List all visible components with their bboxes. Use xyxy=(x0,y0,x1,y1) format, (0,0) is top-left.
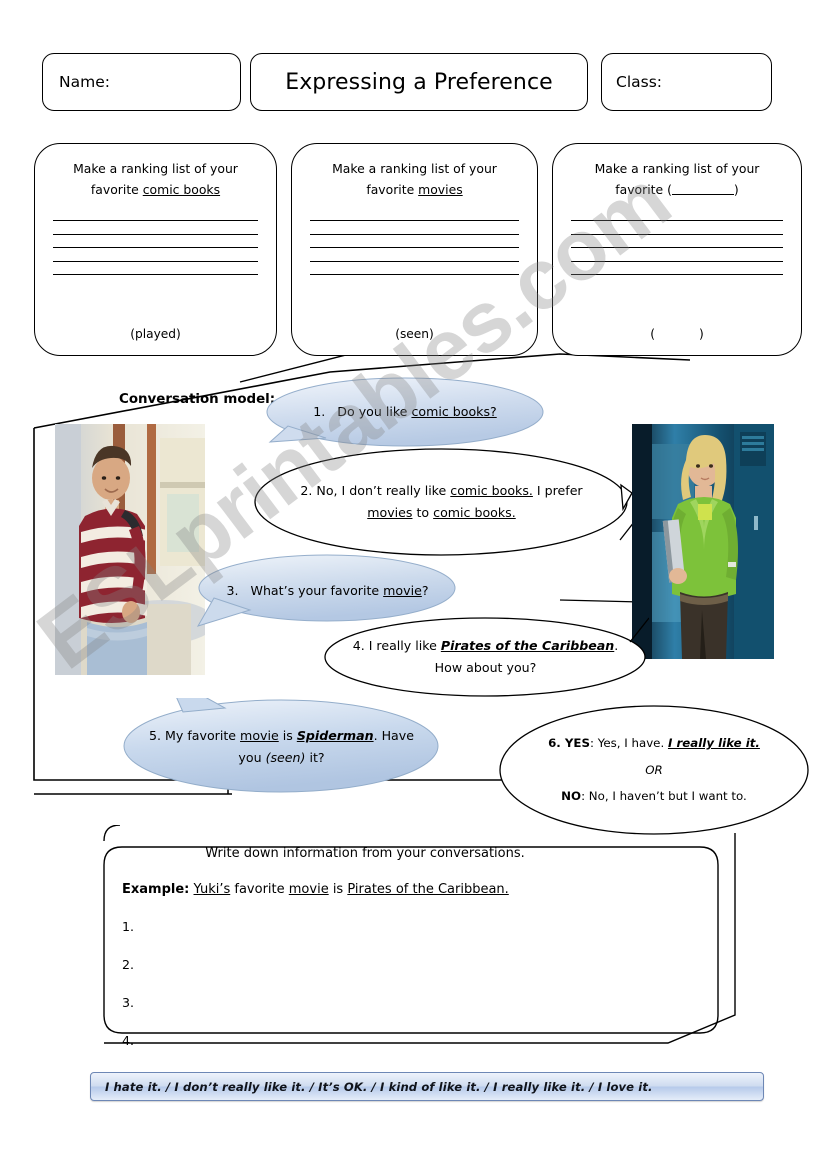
photo-girl xyxy=(632,424,774,659)
write-example-line: Example: Yuki’s favorite movie is Pirate… xyxy=(122,882,509,897)
paren-close: ) xyxy=(733,182,739,198)
speech-bubble-5: 5. My favorite movie is Spiderman. Have … xyxy=(121,698,442,796)
custom-topic-blank[interactable] xyxy=(671,183,734,196)
ranking-write-lines[interactable] xyxy=(571,220,783,276)
class-field-box[interactable]: Class: xyxy=(601,53,772,111)
bubble-2-text: 2. No, I don’t really like comic books. … xyxy=(300,483,583,520)
ranking-write-lines[interactable] xyxy=(53,220,258,276)
ranking-prompt: Make a ranking list of your favorite mov… xyxy=(332,161,497,198)
example-sentence: Yuki’s favorite movie is Pirates of the … xyxy=(193,882,509,897)
ranking-line[interactable] xyxy=(571,247,783,249)
ranking-line[interactable] xyxy=(310,233,519,235)
ranking-line[interactable] xyxy=(53,274,258,276)
write-section-title: Write down information from your convers… xyxy=(205,846,525,861)
speech-bubble-2: 2. No, I don’t really like comic books. … xyxy=(251,447,632,557)
ranking-line[interactable] xyxy=(310,274,519,276)
preference-scale-strip: I hate it. / I don’t really like it. / I… xyxy=(90,1072,764,1101)
ranking-prompt: Make a ranking list of your favorite () xyxy=(594,161,760,198)
ranking-line[interactable] xyxy=(571,260,783,262)
speech-bubble-1: 1. Do you like comic books? xyxy=(264,376,546,448)
worksheet-title-box: Expressing a Preference xyxy=(250,53,588,111)
preference-scale-text: I hate it. / I don’t really like it. / I… xyxy=(105,1079,653,1094)
ranking-line[interactable] xyxy=(53,247,258,249)
ranking-footer-note: () xyxy=(650,327,704,341)
ranking-line[interactable] xyxy=(53,260,258,262)
ranking-line[interactable] xyxy=(571,233,783,235)
ranking-write-lines[interactable] xyxy=(310,220,519,276)
ranking-line[interactable] xyxy=(571,274,783,276)
ranking-box-custom[interactable]: Make a ranking list of your favorite () … xyxy=(552,143,802,356)
ranking-line[interactable] xyxy=(310,220,519,222)
bubble-3-text: 3. What’s your favorite movie? xyxy=(226,583,429,599)
ranking-line[interactable] xyxy=(310,247,519,249)
ranking-line[interactable] xyxy=(53,233,258,235)
ranking-topic: comic books xyxy=(142,182,221,198)
example-label: Example: xyxy=(122,882,190,897)
write-answer-lines[interactable]: 1. 2. 3. 4. xyxy=(122,919,134,1048)
name-field-box[interactable]: Name: xyxy=(42,53,241,111)
photo-boy xyxy=(55,424,205,675)
worksheet-page: Name: Expressing a Preference Class: Mak… xyxy=(0,0,821,1169)
ranking-box-comic-books[interactable]: Make a ranking list of your favorite com… xyxy=(34,143,277,356)
ranking-topic: movies xyxy=(418,182,463,198)
ranking-line[interactable] xyxy=(53,220,258,222)
ranking-footer-note: (played) xyxy=(130,327,181,341)
conversation-model-label: Conversation model: xyxy=(119,392,276,407)
ranking-footer-note: (seen) xyxy=(395,327,434,341)
ranking-line[interactable] xyxy=(571,220,783,222)
ranking-line[interactable] xyxy=(310,260,519,262)
bubble-4-text: 4. I really like Pirates of the Caribbea… xyxy=(352,638,619,675)
class-label: Class: xyxy=(616,73,663,91)
write-down-section: Write down information from your convers… xyxy=(0,825,821,1070)
write-item[interactable]: 4. xyxy=(122,1033,134,1048)
name-label: Name: xyxy=(59,73,110,91)
write-item[interactable]: 1. xyxy=(122,919,134,934)
ranking-box-movies[interactable]: Make a ranking list of your favorite mov… xyxy=(291,143,538,356)
speech-bubble-6: 6. YES: Yes, I have. I really like it. OR… xyxy=(497,704,811,836)
bubble-1-text: 1. Do you like comic books? xyxy=(313,404,497,420)
bubble-6-text: 6. YES: Yes, I have. I really like it. OR… xyxy=(548,736,760,804)
bubble-5-text: 5. My favorite movie is Spiderman. Have … xyxy=(149,728,414,765)
ranking-prompt: Make a ranking list of your favorite com… xyxy=(73,161,238,198)
speech-bubble-4: 4. I really like Pirates of the Caribbea… xyxy=(322,616,649,698)
write-item[interactable]: 3. xyxy=(122,995,134,1010)
write-item[interactable]: 2. xyxy=(122,957,134,972)
page-title: Expressing a Preference xyxy=(285,69,553,95)
